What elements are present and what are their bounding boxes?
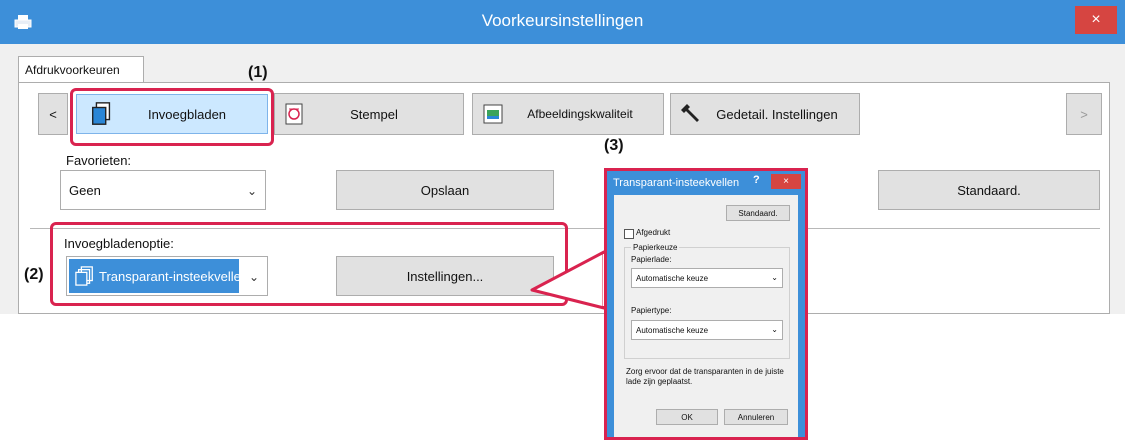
toolbar-button-label: Afbeeldingskwaliteit <box>527 107 633 121</box>
ok-button[interactable]: OK <box>656 409 718 425</box>
favorites-label: Favorieten: <box>66 153 132 168</box>
next-button[interactable]: > <box>1066 93 1102 135</box>
tab-print-preferences[interactable]: Afdrukvoorkeuren <box>18 56 144 82</box>
callout-box-2 <box>50 222 568 306</box>
paper-type-select[interactable]: Automatische keuze ⌄ <box>631 320 783 340</box>
cancel-button[interactable]: Annuleren <box>724 409 788 425</box>
printed-checkbox[interactable] <box>624 229 634 239</box>
dialog-note: Zorg ervoor dat de transparanten in de j… <box>626 367 784 386</box>
dialog-title-bar: Transparant-insteekvellen ? × <box>607 171 805 195</box>
favorites-select[interactable]: Geen ⌄ <box>60 170 266 210</box>
help-icon[interactable]: ? <box>753 174 760 186</box>
paper-group-label: Papierkeuze <box>631 243 680 252</box>
chevron-down-icon: ⌄ <box>771 273 778 282</box>
paper-group: Papierkeuze Papierlade: Automatische keu… <box>624 243 790 359</box>
toolbar-button-label: Gedetail. Instellingen <box>716 106 838 122</box>
dialog-body: Standaard. Afgedrukt Papierkeuze Papierl… <box>614 195 798 437</box>
chevron-down-icon: ⌄ <box>246 184 257 198</box>
tray-select[interactable]: Automatische keuze ⌄ <box>631 268 783 288</box>
toolbar-button-detailed-settings[interactable]: Gedetail. Instellingen <box>670 93 860 135</box>
printed-label: Afgedrukt <box>636 228 671 237</box>
title-bar: Voorkeursinstellingen × <box>0 0 1125 44</box>
dialog-title: Transparant-insteekvellen <box>613 177 740 189</box>
default-button[interactable]: Standaard. <box>878 170 1100 210</box>
dialog-close-button[interactable]: × <box>771 174 801 189</box>
close-button[interactable]: × <box>1075 6 1117 34</box>
callout-2: (2) <box>24 266 44 283</box>
paper-type-label: Papiertype: <box>631 306 672 315</box>
save-button[interactable]: Opslaan <box>336 170 554 210</box>
transparency-sheets-dialog: Transparant-insteekvellen ? × Standaard.… <box>604 168 808 440</box>
window-title: Voorkeursinstellingen <box>481 11 644 30</box>
toolbar-button-label: Stempel <box>350 106 398 122</box>
callout-box-1 <box>70 88 274 146</box>
toolbar-button-image-quality[interactable]: Afbeeldingskwaliteit <box>472 93 664 135</box>
dialog-default-button[interactable]: Standaard. <box>726 205 790 221</box>
tray-label: Papierlade: <box>631 255 672 264</box>
callout-3: (3) <box>604 137 624 154</box>
chevron-down-icon: ⌄ <box>771 325 778 334</box>
prev-button[interactable]: < <box>38 93 68 135</box>
callout-1: (1) <box>248 64 268 81</box>
toolbar-button-stamp[interactable]: Stempel <box>274 93 464 135</box>
